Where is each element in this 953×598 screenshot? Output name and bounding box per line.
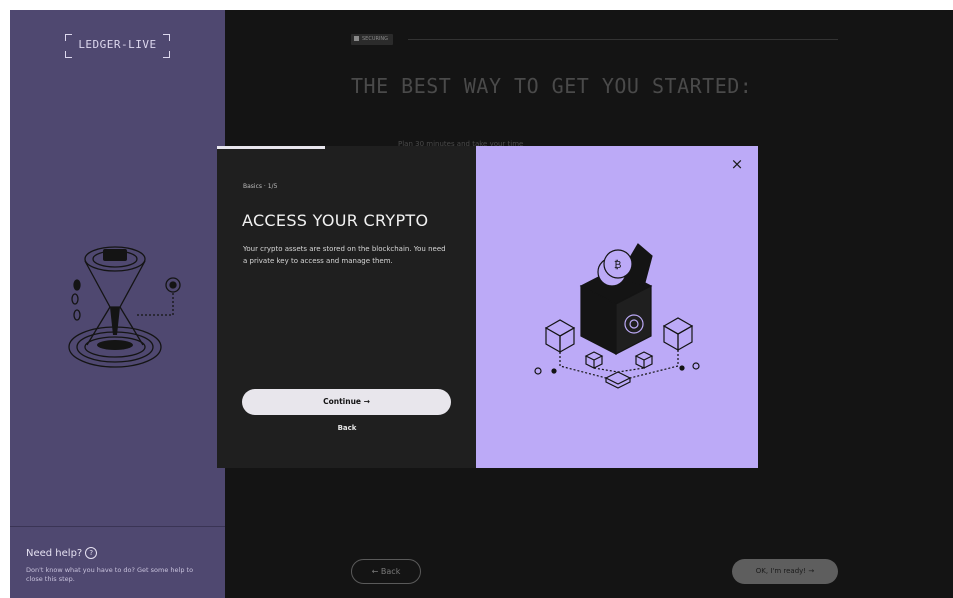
continue-button[interactable]: Continue → [242, 389, 451, 415]
hourglass-illustration [68, 246, 181, 368]
ledger-live-logo: LEDGER-LIVE [65, 34, 170, 58]
help-icon: ? [85, 547, 98, 559]
onboarding-window: LEDGER-LIVE Need help? ? Don't know what… [10, 10, 953, 598]
modal-description: Your crypto assets are stored on the blo… [243, 245, 446, 265]
logo-text: LEDGER-LIVE [78, 38, 157, 51]
im-ready-button[interactable]: OK, I'm ready! → [732, 559, 838, 584]
crypto-box-illustration: ₿ [534, 243, 700, 389]
modal-progress-bar [217, 146, 325, 149]
step-progress-line [408, 39, 838, 40]
modal-title: ACCESS YOUR CRYPTO [242, 211, 429, 230]
need-help-title[interactable]: Need help?? [26, 547, 98, 559]
step-badge: SECURING [351, 34, 394, 45]
modal-back-button[interactable]: Back [327, 424, 367, 432]
modal-illustration-panel: × ₿ [476, 146, 758, 468]
need-help-text: Don't know what you have to do? Get some… [26, 566, 194, 583]
svg-text:₿: ₿ [614, 259, 621, 271]
page-title: THE BEST WAY TO GET YOU STARTED: [351, 74, 753, 98]
close-icon[interactable]: × [729, 156, 745, 172]
page-back-button[interactable]: ← Back [351, 559, 421, 584]
onboarding-modal: Basics · 1/5 ACCESS YOUR CRYPTO Your cry… [217, 146, 758, 468]
sidebar: LEDGER-LIVE Need help? ? Don't know what… [10, 10, 225, 598]
sidebar-divider [10, 526, 225, 527]
modal-breadcrumb: Basics · 1/5 [243, 183, 278, 190]
modal-content-panel: Basics · 1/5 ACCESS YOUR CRYPTO Your cry… [217, 146, 476, 468]
